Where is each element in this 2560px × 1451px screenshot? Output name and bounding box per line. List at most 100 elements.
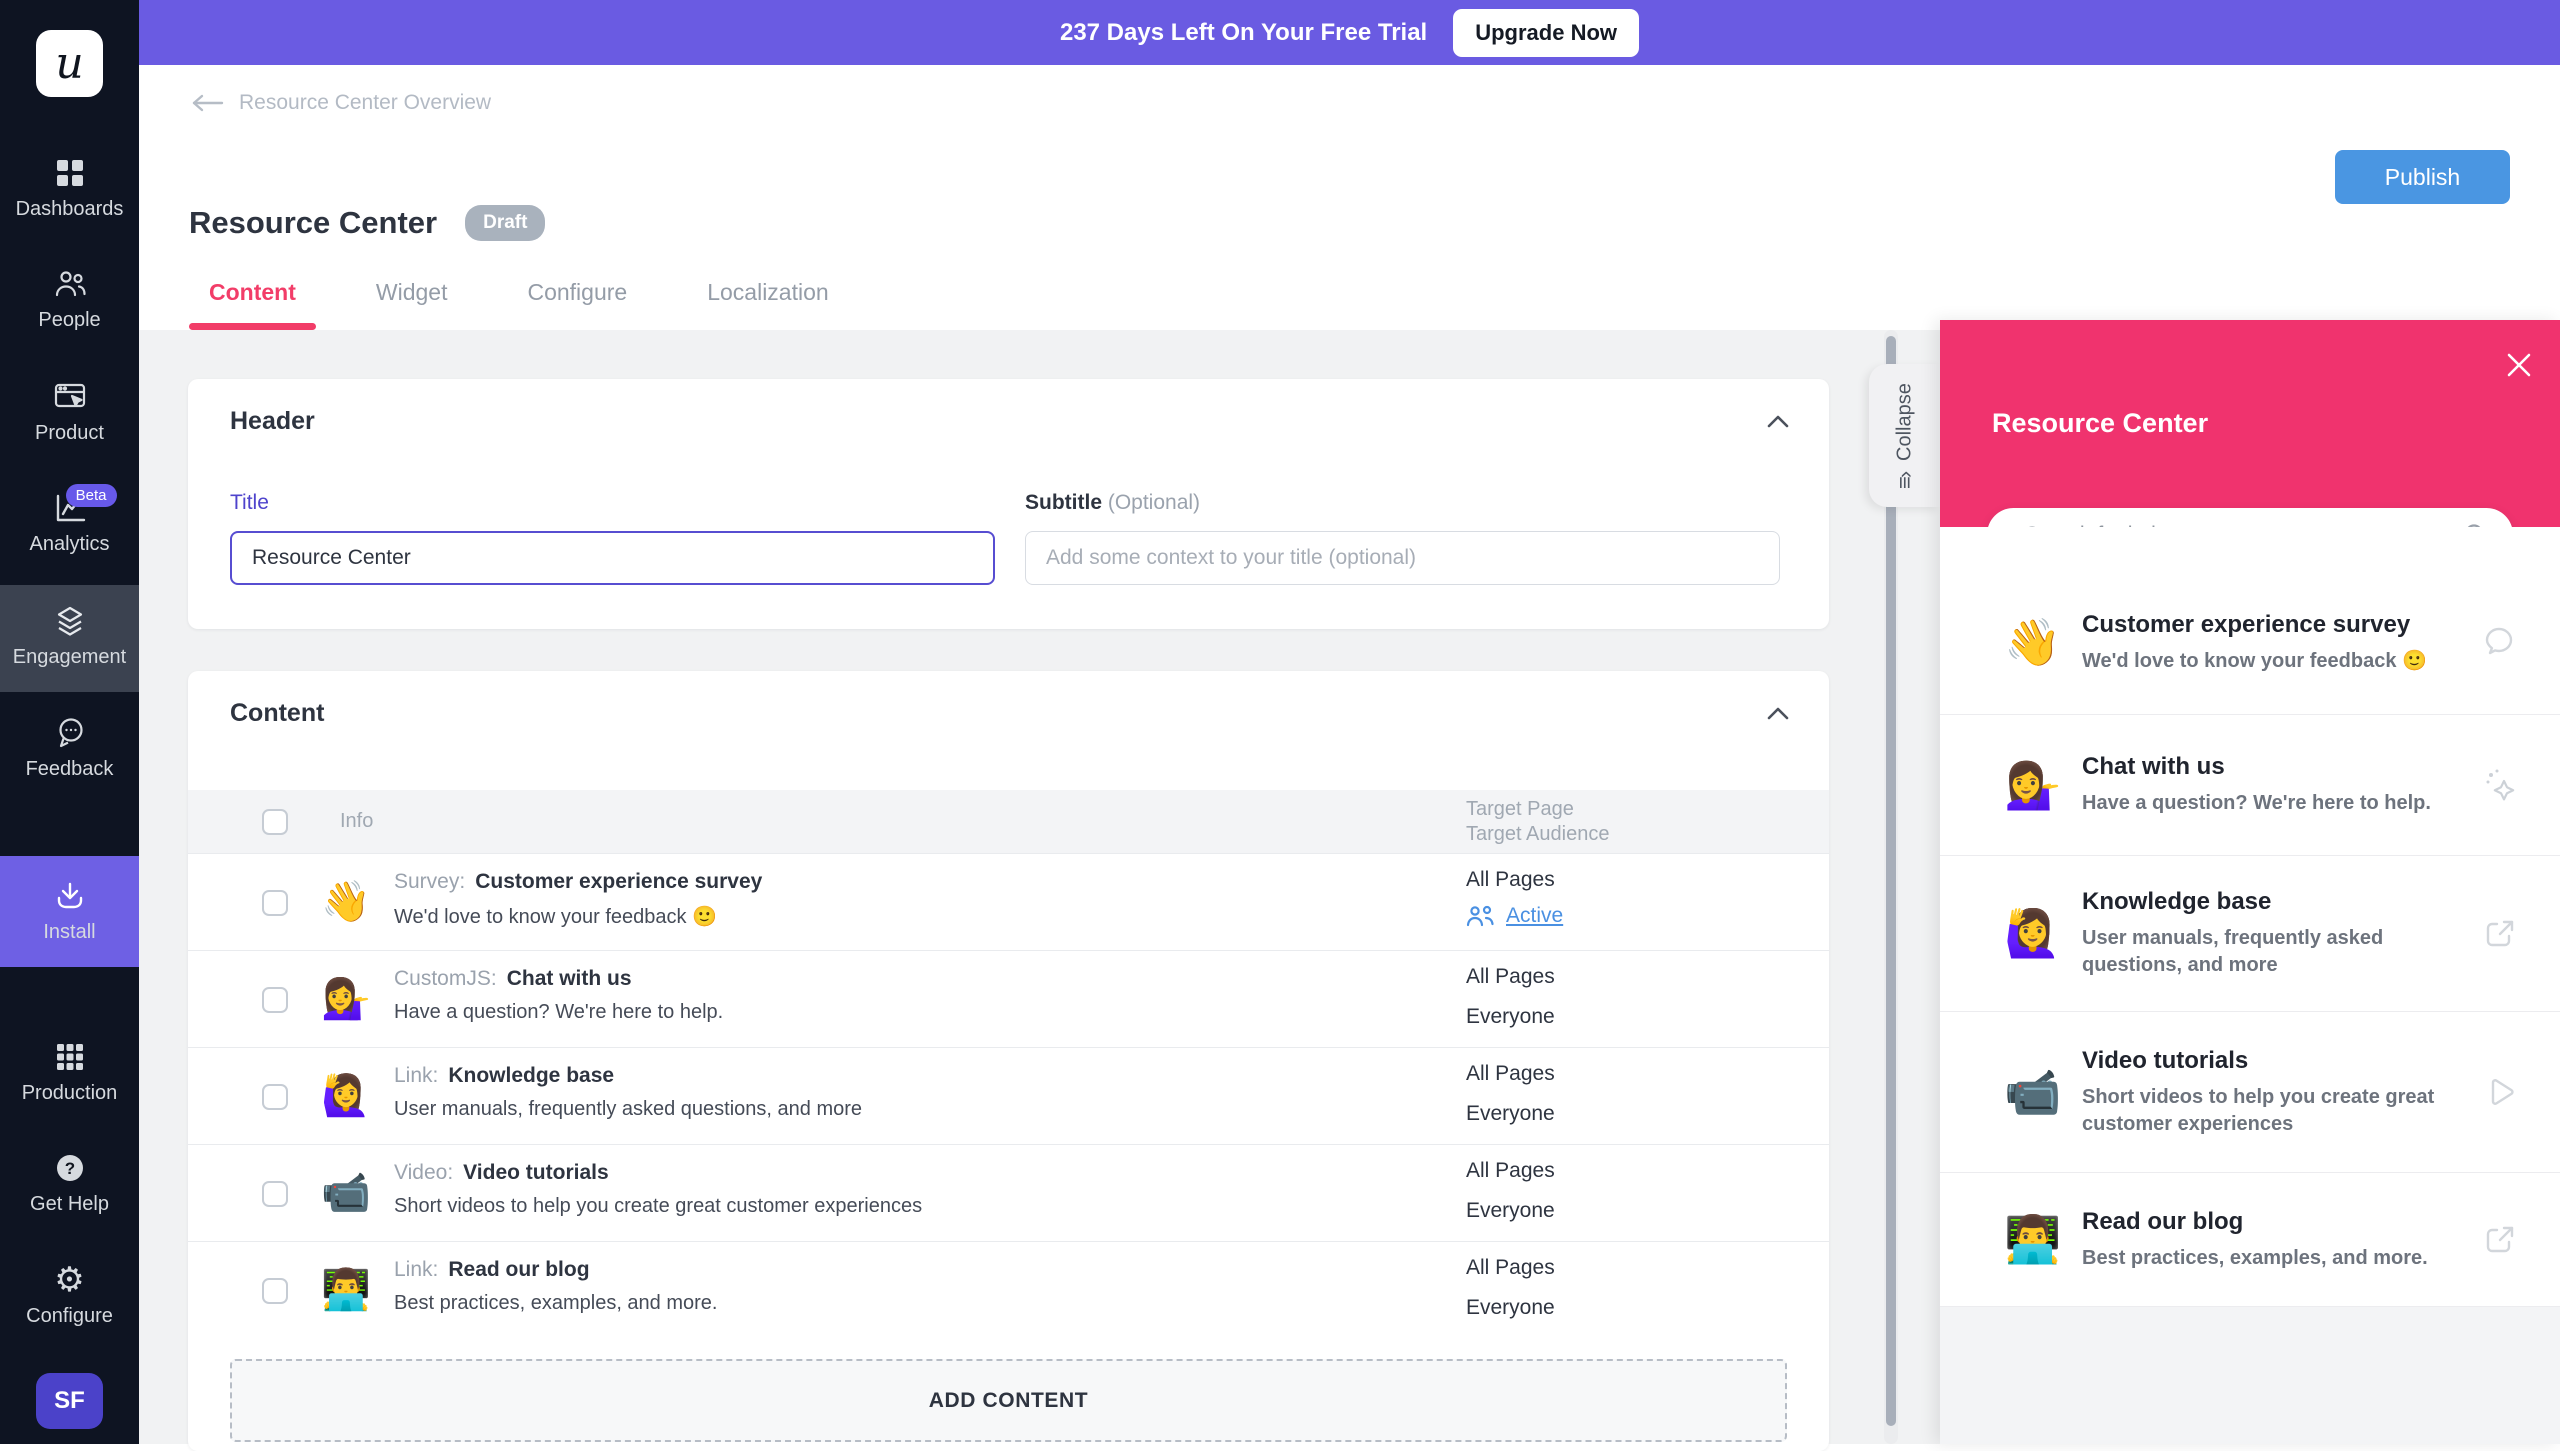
product-icon	[53, 381, 87, 413]
tab-bar: Content Widget Configure Localization	[189, 279, 849, 330]
preview-item-description: Short videos to help you create great cu…	[2082, 1084, 2452, 1138]
breadcrumb[interactable]: Resource Center Overview	[189, 91, 491, 115]
table-header: Info Target Page Target Audience	[188, 790, 1829, 853]
sidebar-item-production[interactable]: Production	[0, 1021, 139, 1125]
tab-localization[interactable]: Localization	[687, 279, 848, 330]
add-content-button[interactable]: ADD CONTENT	[230, 1359, 1787, 1442]
row-description: Best practices, examples, and more.	[394, 1292, 717, 1315]
row-description: Have a question? We're here to help.	[394, 1001, 723, 1024]
tab-configure[interactable]: Configure	[507, 279, 647, 330]
target-page-value: All Pages	[1466, 1256, 1555, 1280]
sidebar-item-dashboards[interactable]: Dashboards	[0, 137, 139, 241]
preview-item-description: User manuals, frequently asked questions…	[2082, 925, 2452, 979]
sidebar-item-label: People	[38, 309, 100, 332]
preview-item-description: Have a question? We're here to help.	[2082, 790, 2452, 817]
gear-icon: ⚙	[53, 1264, 87, 1296]
column-info: Info	[340, 810, 373, 833]
userpilot-logo[interactable]: u	[36, 30, 103, 97]
close-preview-button[interactable]	[2504, 350, 2534, 380]
sidebar-item-label: Production	[22, 1082, 118, 1105]
row-title: Knowledge base	[448, 1064, 614, 1087]
row-checkbox[interactable]	[262, 1084, 288, 1110]
sidebar-item-people[interactable]: People	[0, 248, 139, 352]
preview-header: Resource Center	[1940, 320, 2560, 527]
page-header: Resource Center Overview Resource Center…	[139, 65, 2560, 330]
tipping-hand-woman-emoji: 💁‍♀️	[1998, 758, 2068, 813]
sidebar-item-label: Configure	[26, 1305, 113, 1328]
row-description: User manuals, frequently asked questions…	[394, 1098, 862, 1121]
preview-item-survey[interactable]: 👋 Customer experience survey We'd love t…	[1940, 527, 2560, 715]
sidebar-item-configure[interactable]: ⚙ Configure	[0, 1244, 139, 1348]
row-checkbox[interactable]	[262, 1278, 288, 1304]
tab-content[interactable]: Content	[189, 279, 316, 330]
header-section-heading: Header	[230, 407, 315, 436]
sidebar-item-engagement[interactable]: Engagement	[0, 585, 139, 692]
select-all-checkbox[interactable]	[262, 809, 288, 835]
collapse-content-section-button[interactable]	[1767, 707, 1789, 720]
preview-item-description: We'd love to know your feedback 🙂	[2082, 648, 2452, 675]
trial-banner-text: 237 Days Left On Your Free Trial	[1060, 19, 1427, 47]
target-audience-value: Everyone	[1466, 1199, 1555, 1223]
target-page-value: All Pages	[1466, 1159, 1555, 1183]
row-type-label: Link:	[394, 1064, 438, 1087]
svg-text:?: ?	[64, 1159, 74, 1178]
sparkle-icon	[2480, 766, 2518, 804]
preview-item-title: Customer experience survey	[2082, 611, 2452, 639]
content-row-video[interactable]: 📹 Video:Video tutorials Short videos to …	[188, 1144, 1829, 1241]
content-row-customjs[interactable]: 💁‍♀️ CustomJS:Chat with us Have a questi…	[188, 950, 1829, 1047]
content-row-knowledge-base[interactable]: 🙋‍♀️ Link: Knowledge base User manuals, f…	[188, 1047, 1829, 1144]
row-type-label: Video:	[394, 1161, 453, 1184]
tab-widget[interactable]: Widget	[356, 279, 468, 330]
content-row-survey[interactable]: 👋 Survey:Customer experience survey We'd…	[188, 853, 1829, 950]
sidebar-item-feedback[interactable]: Feedback	[0, 697, 139, 801]
back-arrow-icon	[189, 94, 225, 112]
target-page-value: All Pages	[1466, 868, 1563, 892]
user-avatar[interactable]: SF	[36, 1373, 103, 1429]
preview-item-blog[interactable]: 👨‍💻 Read our blog Best practices, exampl…	[1940, 1173, 2560, 1307]
preview-item-description: Best practices, examples, and more.	[2082, 1245, 2452, 1272]
close-icon	[2504, 350, 2534, 380]
preview-item-knowledge-base[interactable]: 🙋‍♀️ Knowledge base User manuals, freque…	[1940, 856, 2560, 1012]
preview-title: Resource Center	[1992, 408, 2208, 439]
sidebar-item-label: Install	[43, 921, 95, 944]
content-row-blog[interactable]: 👨‍💻 Link:Read our blog Best practices, e…	[188, 1241, 1829, 1338]
raising-hand-woman-emoji: 🙋‍♀️	[316, 1072, 376, 1120]
external-link-icon	[2482, 1222, 2518, 1258]
row-type-label: Link:	[394, 1258, 438, 1281]
install-download-icon	[53, 880, 87, 912]
row-checkbox[interactable]	[262, 987, 288, 1013]
wave-emoji: 👋	[316, 878, 376, 926]
sidebar-item-label: Engagement	[13, 646, 126, 669]
subtitle-input[interactable]	[1025, 531, 1780, 585]
sidebar: u Dashboards People Product Beta Analyti…	[0, 0, 139, 1444]
sidebar-item-label: Dashboards	[16, 198, 124, 221]
collapse-preview-tab[interactable]: ≡› Collapse	[1869, 364, 1940, 507]
sidebar-item-get-help[interactable]: ? Get Help	[0, 1132, 139, 1236]
target-audience-value: Everyone	[1466, 1296, 1555, 1320]
publish-button[interactable]: Publish	[2335, 150, 2510, 204]
sidebar-item-product[interactable]: Product	[0, 361, 139, 465]
title-field-label: Title	[230, 491, 269, 515]
preview-item-chat[interactable]: 💁‍♀️ Chat with us Have a question? We're…	[1940, 715, 2560, 856]
audience-active-link[interactable]: Active	[1506, 904, 1563, 928]
engagement-layers-icon	[53, 605, 87, 637]
preview-item-video[interactable]: 📹 Video tutorials Short videos to help y…	[1940, 1012, 2560, 1173]
upgrade-now-button[interactable]: Upgrade Now	[1453, 9, 1639, 57]
sidebar-item-label: Feedback	[26, 758, 114, 781]
sidebar-item-label: Analytics	[29, 533, 109, 556]
column-target: Target Page Target Audience	[1466, 797, 1609, 847]
play-icon	[2484, 1074, 2518, 1110]
row-checkbox[interactable]	[262, 1181, 288, 1207]
collapse-header-section-button[interactable]	[1767, 415, 1789, 428]
production-grid-icon	[53, 1041, 87, 1073]
logo-glyph: u	[55, 38, 83, 89]
sidebar-item-analytics[interactable]: Beta Analytics	[0, 472, 139, 576]
tipping-hand-woman-emoji: 💁‍♀️	[316, 975, 376, 1023]
people-icon	[53, 268, 87, 300]
status-badge: Draft	[465, 205, 545, 241]
row-checkbox[interactable]	[262, 890, 288, 916]
sidebar-item-install[interactable]: Install	[0, 856, 139, 967]
preview-item-title: Read our blog	[2082, 1208, 2452, 1236]
collapse-label: Collapse	[1893, 383, 1916, 461]
title-input[interactable]	[230, 531, 995, 585]
